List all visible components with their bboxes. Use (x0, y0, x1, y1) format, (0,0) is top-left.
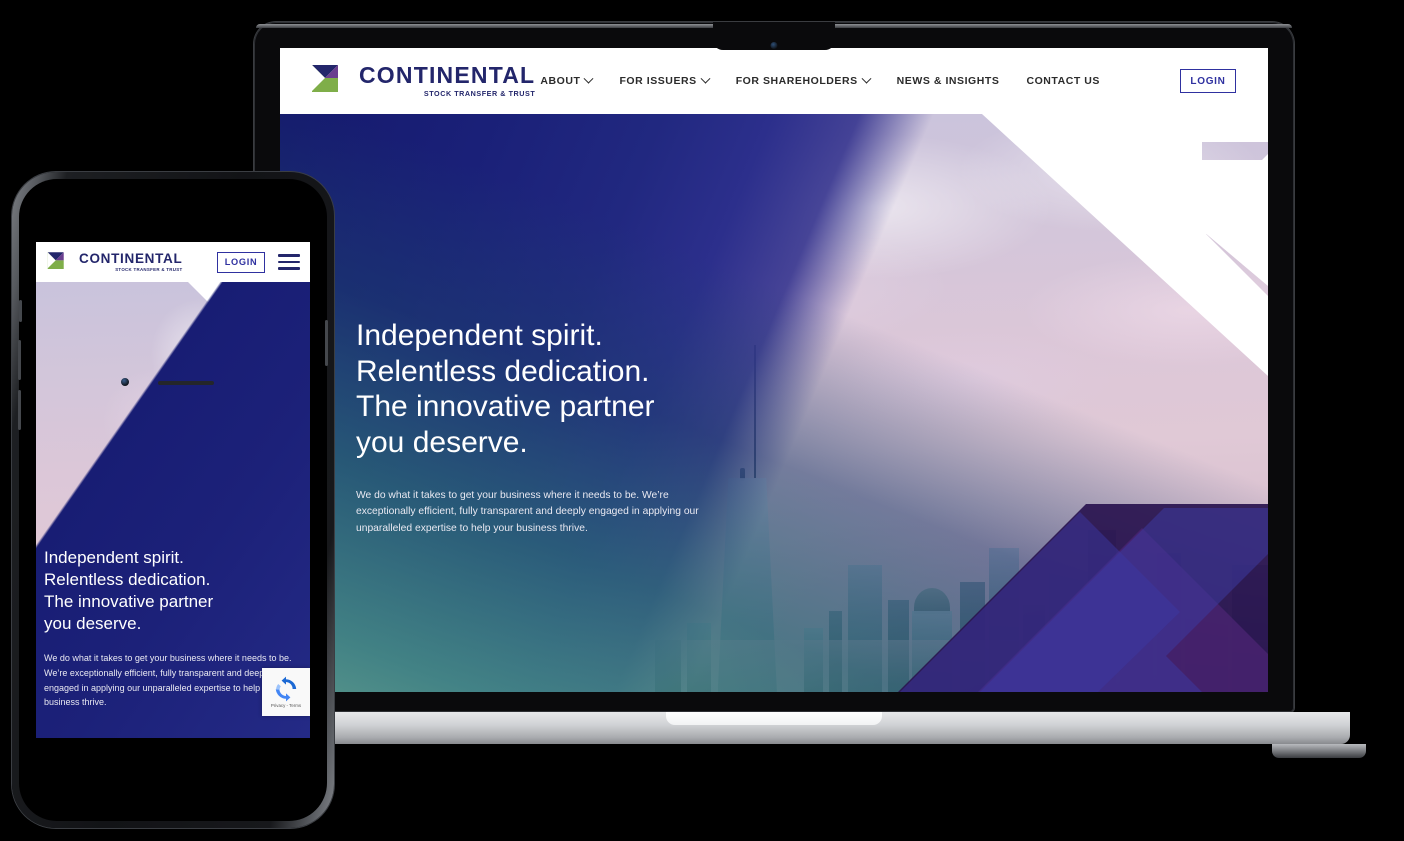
chevron-down-icon (700, 73, 711, 84)
hero-section: Independent spirit. Relentless dedicatio… (280, 114, 1268, 692)
login-button[interactable]: LOGIN (1180, 69, 1236, 93)
mobile-hero-title-line-1: Independent spirit. (44, 548, 184, 567)
burger-line (278, 254, 300, 257)
mobile-site-header: CONTINENTAL STOCK TRANSFER & TRUST LOGIN (36, 242, 310, 282)
site-header: CONTINENTAL STOCK TRANSFER & TRUST ABOUT… (280, 48, 1268, 114)
hamburger-menu-icon[interactable] (278, 254, 300, 270)
mobile-hero-title-line-2: Relentless dedication. (44, 570, 211, 590)
laptop-base (198, 712, 1350, 744)
brand-logo-mobile[interactable]: CONTINENTAL STOCK TRANSFER & TRUST (46, 244, 182, 281)
laptop-base-notch (666, 712, 882, 725)
website-desktop: CONTINENTAL STOCK TRANSFER & TRUST ABOUT… (280, 48, 1268, 692)
brand-tagline: STOCK TRANSFER & TRUST (115, 266, 183, 272)
laptop-lid: CONTINENTAL STOCK TRANSFER & TRUST ABOUT… (254, 22, 1294, 712)
burger-line (278, 260, 300, 264)
mobile-hero-subtitle: We do what it takes to get your business… (44, 653, 292, 708)
brand-logo-text: CONTINENTAL STOCK TRANSFER & TRUST (359, 62, 536, 99)
brand-tagline: STOCK TRANSFER & TRUST (423, 89, 536, 99)
nav-label: NEWS & INSIGHTS (896, 75, 1000, 87)
brand-name: CONTINENTAL (359, 62, 536, 89)
nav-label: FOR ISSUERS (619, 75, 697, 87)
earpiece-speaker (158, 381, 214, 385)
hero-subtitle: We do what it takes to get your business… (356, 489, 699, 535)
phone-screen: CONTINENTAL STOCK TRANSFER & TRUST LOGIN (36, 242, 310, 738)
front-camera-icon (121, 378, 129, 386)
hero-title-line-3: The innovative partner (356, 390, 655, 424)
phone-volume-up-button[interactable] (18, 340, 21, 380)
brand-logo[interactable]: CONTINENTAL STOCK TRANSFER & TRUST (312, 63, 535, 100)
laptop-mockup: CONTINENTAL STOCK TRANSFER & TRUST ABOUT… (198, 22, 1366, 758)
laptop-screen: CONTINENTAL STOCK TRANSFER & TRUST ABOUT… (280, 48, 1268, 692)
recaptcha-icon (273, 676, 299, 702)
mobile-login-button[interactable]: LOGIN (217, 251, 265, 273)
phone-power-button[interactable] (325, 320, 328, 366)
main-navigation: ABOUT FOR ISSUERS FOR SHAREHOLDERS NEWS … (540, 69, 1236, 93)
chevron-down-icon (861, 73, 872, 84)
nav-item-about[interactable]: ABOUT (540, 73, 594, 87)
chevron-down-icon (584, 73, 594, 84)
nav-label: ABOUT (540, 75, 581, 87)
mobile-hero-title-line-3: The innovative partner (44, 592, 214, 612)
nav-item-for-shareholders[interactable]: FOR SHAREHOLDERS (735, 73, 872, 87)
brand-logo-text-mobile: CONTINENTAL STOCK TRANSFER & TRUST (79, 252, 182, 272)
hero-title-line-2: Relentless dedication. (356, 354, 650, 388)
phone-volume-down-button[interactable] (18, 390, 21, 430)
nav-label: FOR SHAREHOLDERS (735, 75, 858, 87)
smartphone-mockup: CONTINENTAL STOCK TRANSFER & TRUST LOGIN (12, 172, 334, 828)
recaptcha-privacy-terms-label[interactable]: Privacy - Terms (271, 703, 301, 708)
nav-label: CONTACT US (1026, 75, 1100, 87)
hero-copy: Independent spirit. Relentless dedicatio… (356, 318, 716, 538)
mobile-hero-section: Independent spirit. Relentless dedicatio… (36, 282, 310, 738)
mobile-hero-title: Independent spirit. Relentless dedicatio… (44, 547, 300, 635)
phone-mute-switch[interactable] (19, 300, 22, 322)
hero-title-line-4: you deserve. (356, 426, 528, 460)
website-mobile: CONTINENTAL STOCK TRANSFER & TRUST LOGIN (36, 242, 310, 738)
hero-title: Independent spirit. Relentless dedicatio… (356, 318, 716, 461)
continental-logo-icon (47, 251, 73, 274)
recaptcha-badge[interactable]: Privacy - Terms (262, 668, 310, 716)
laptop-rear-foot (1272, 744, 1366, 758)
nav-item-for-issuers[interactable]: FOR ISSUERS (619, 73, 711, 87)
webcam-icon (770, 42, 778, 49)
mockup-stage: CONTINENTAL STOCK TRANSFER & TRUST ABOUT… (0, 0, 1404, 841)
nav-item-contact-us[interactable]: CONTACT US (1026, 75, 1100, 87)
brand-name: CONTINENTAL (79, 251, 183, 267)
hero-title-line-1: Independent spirit. (356, 319, 603, 352)
mobile-hero-title-line-4: you deserve. (44, 614, 142, 634)
burger-line (278, 267, 300, 270)
continental-logo-icon (312, 63, 352, 100)
nav-item-news-insights[interactable]: NEWS & INSIGHTS (897, 75, 1000, 87)
